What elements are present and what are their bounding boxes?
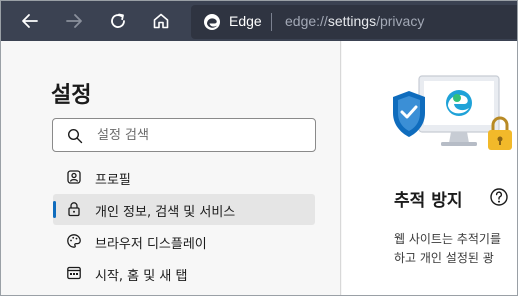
- sidebar-item-label: 프로필: [95, 173, 131, 188]
- section-title: 추적 방지: [394, 191, 463, 211]
- app-name: Edge: [229, 13, 262, 29]
- search-icon: [67, 128, 83, 144]
- home-icon: [153, 13, 169, 29]
- url-scheme: edge://: [285, 13, 328, 29]
- url-text[interactable]: edge://settings/privacy: [285, 13, 424, 29]
- search-input[interactable]: [97, 125, 307, 145]
- sidebar-item-privacy[interactable]: 개인 정보, 검색 및 서비스: [53, 194, 315, 225]
- lock-icon: [68, 202, 80, 217]
- start-page-icon: [67, 266, 81, 280]
- sidebar-item-label: 시작, 홈 및 새 탭: [95, 269, 188, 284]
- sidebar-item-start-home[interactable]: 시작, 홈 및 새 탭: [53, 258, 315, 289]
- settings-content: 추적 방지 웹 사이트는 추적기를 하고 개인 설정된 광: [342, 41, 517, 295]
- settings-sidebar: 설정 프로필 개인 정보, 검색 및 서비스: [1, 41, 341, 295]
- active-indicator: [53, 201, 56, 218]
- browser-window: Edge edge://settings/privacy 설정 프로필: [0, 0, 518, 296]
- forward-arrow-icon: [66, 14, 82, 28]
- palette-icon: [67, 234, 81, 248]
- section-description: 웹 사이트는 추적기를 하고 개인 설정된 광: [394, 230, 501, 268]
- sidebar-item-appearance[interactable]: 브라우저 디스플레이: [53, 226, 315, 257]
- help-icon[interactable]: [489, 187, 509, 207]
- description-line: 웹 사이트는 추적기를: [394, 232, 501, 246]
- browser-toolbar: Edge edge://settings/privacy: [1, 1, 517, 41]
- page-title: 설정: [51, 83, 92, 108]
- description-line: 하고 개인 설정된 광: [394, 251, 494, 265]
- address-bar[interactable]: Edge edge://settings/privacy: [191, 5, 517, 39]
- home-button[interactable]: [146, 6, 176, 36]
- url-path: /privacy: [376, 13, 425, 29]
- profile-icon: [67, 170, 81, 184]
- forward-button[interactable]: [59, 6, 89, 36]
- edge-logo-icon: [204, 14, 220, 30]
- privacy-illustration: [393, 75, 512, 150]
- url-host: settings: [327, 13, 377, 29]
- refresh-icon: [111, 13, 125, 28]
- refresh-button[interactable]: [103, 6, 133, 36]
- sidebar-item-profile[interactable]: 프로필: [53, 162, 315, 193]
- sidebar-item-label: 개인 정보, 검색 및 서비스: [95, 205, 236, 220]
- back-button[interactable]: [15, 6, 45, 36]
- back-arrow-icon: [22, 14, 38, 28]
- sidebar-item-label: 브라우저 디스플레이: [95, 237, 207, 252]
- search-box[interactable]: [52, 118, 316, 152]
- address-separator: [271, 13, 272, 31]
